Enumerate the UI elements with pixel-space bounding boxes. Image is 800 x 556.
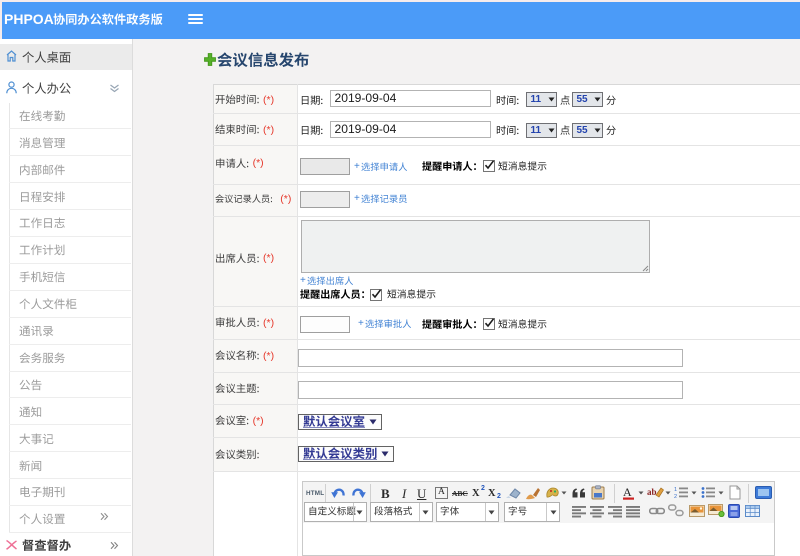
svg-text:ab: ab [647,487,657,497]
svg-text:2: 2 [674,494,677,499]
svg-text:A: A [623,486,632,499]
svg-text:1: 1 [674,487,677,493]
